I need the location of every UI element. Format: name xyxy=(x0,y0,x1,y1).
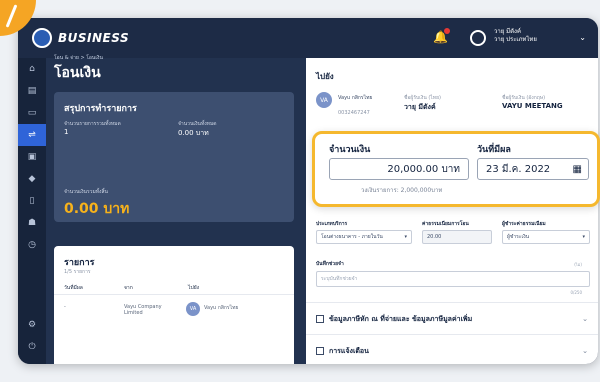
sidebar-transfer-icon[interactable]: ⇌ xyxy=(18,124,46,146)
recipient-bank: Vayu กสิกรไทย xyxy=(338,95,373,101)
service-value: โอนต่างธนาคาร - ภายในวัน xyxy=(321,234,383,240)
user-role: วายุ ประเภทไทย xyxy=(494,36,537,43)
note-counter: 0/250 xyxy=(570,290,582,295)
logo-mark-icon xyxy=(32,28,52,48)
count-value: 1 xyxy=(64,128,69,136)
payer-select[interactable]: ผู้ชำระเงิน ▾ xyxy=(502,230,590,244)
date-value: 23 มี.ค. 2022 xyxy=(486,163,551,175)
notification-bell-icon[interactable]: 🔔 xyxy=(433,28,450,44)
row-to-name: Vayu กสิกรไทย xyxy=(204,305,239,311)
amount-label: จำนวนเงิน xyxy=(329,145,371,155)
payer-label: ผู้ชำระค่าธรรมเนียม xyxy=(502,221,546,227)
note-placeholder: ระบุบันทึกช่วยจำ xyxy=(321,276,358,282)
service-select[interactable]: โอนต่างธนาคาร - ภายในวัน ▾ xyxy=(316,230,412,244)
limit-hint: วงเงินรายการ: 2,000,000บาท xyxy=(361,187,443,194)
note-optional: (ไม่) xyxy=(574,262,582,267)
amount-input[interactable]: 20,000.00 บาท xyxy=(329,158,469,180)
service-label: ประเภทบริการ xyxy=(316,221,348,227)
fee-field: 20.00 xyxy=(422,230,492,244)
user-menu[interactable]: วายุ มีตังค์ วายุ ประเภทไทย xyxy=(494,28,537,44)
sidebar-users-icon[interactable]: ☗ xyxy=(18,212,46,234)
column-from[interactable]: จาก xyxy=(124,284,133,292)
top-bar: BUSINESS 🔔 วายุ มีตังค์ วายุ ประเภทไทย ⌄ xyxy=(18,18,598,58)
sidebar-settings-icon[interactable]: ⚙ xyxy=(18,314,46,336)
count-label: จำนวนรายการรวมทั้งหมด xyxy=(64,121,121,127)
payer-value: ผู้ชำระเงิน xyxy=(507,234,530,240)
section-tax-title: ข้อมูลภาษีหัก ณ ที่จ่ายและ ข้อมูลภาษีมูล… xyxy=(329,314,473,323)
sidebar-payment-icon[interactable]: ▣ xyxy=(18,146,46,168)
calendar-icon[interactable]: ▦ xyxy=(573,164,582,175)
user-avatar-icon[interactable] xyxy=(470,30,486,46)
date-picker[interactable]: 23 มี.ค. 2022 ▦ xyxy=(477,158,589,180)
amount-date-callout: จำนวนเงิน 20,000.00 บาท วันที่มีผล 23 มี… xyxy=(312,131,600,207)
row-to-avatar: VA xyxy=(186,302,200,316)
sidebar-history-icon[interactable]: ◷ xyxy=(18,234,46,256)
sidebar-logout-icon[interactable]: ⏻ xyxy=(18,336,46,358)
fee-value: 20.00 xyxy=(427,234,442,240)
list-heading: รายการ xyxy=(64,258,95,268)
recipient-account: 0032467247 xyxy=(338,110,370,116)
sidebar-home-icon[interactable]: ⌂ xyxy=(18,58,46,80)
fee-label: ค่าธรรมเนียมการโอน xyxy=(422,221,469,227)
chevron-down-icon[interactable]: ⌄ xyxy=(579,33,586,42)
amount-label: จำนวนเงินทั้งหมด xyxy=(178,121,217,127)
amount-value: 0.00 บาท xyxy=(178,129,209,137)
recipient-avatar: VA xyxy=(316,92,332,108)
note-input[interactable]: ระบุบันทึกช่วยจำ xyxy=(316,271,590,287)
chevron-down-icon[interactable]: ⌄ xyxy=(582,347,588,355)
brand-name: BUSINESS xyxy=(58,31,130,45)
sidebar-document-icon[interactable]: ▯ xyxy=(18,190,46,212)
notification-badge xyxy=(444,28,450,34)
notify-checkbox[interactable] xyxy=(316,347,324,355)
transaction-list-card: รายการ 1/5 รายการ วันที่มีผล จาก ไปยัง -… xyxy=(54,246,294,364)
row-from: Vayu Company Limited xyxy=(124,304,162,316)
summary-card: สรุปการทำรายการ จำนวนรายการรวมทั้งหมด 1 … xyxy=(54,92,294,222)
brand-logo[interactable]: BUSINESS xyxy=(32,28,129,48)
amount-unit: บาท xyxy=(441,163,460,175)
name-th-value: วายุ มีตังค์ xyxy=(404,103,436,111)
sidebar-tag-icon[interactable]: ◆ xyxy=(18,168,46,190)
column-date[interactable]: วันที่มีผล xyxy=(64,284,83,292)
total-label: จำนวนเงินรวมทั้งสิ้น xyxy=(64,189,108,195)
list-divider xyxy=(54,294,294,295)
sidebar-accounts-icon[interactable]: ▤ xyxy=(18,80,46,102)
name-th-label: ชื่อผู้รับเงิน (ไทย) xyxy=(404,95,441,101)
total-value: 0.00 บาท xyxy=(64,201,130,217)
caret-down-icon: ▾ xyxy=(404,234,407,240)
section-notify[interactable]: การแจ้งเตือน ⌄ xyxy=(316,344,588,358)
section-divider xyxy=(306,302,598,303)
caret-down-icon: ▾ xyxy=(582,234,585,240)
name-en-value: VAYU MEETANG xyxy=(502,102,563,110)
list-count: 1/5 รายการ xyxy=(64,269,91,275)
chevron-down-icon[interactable]: ⌄ xyxy=(582,315,588,323)
breadcrumb[interactable]: โอน & จ่าย > โอนเงิน xyxy=(54,54,103,62)
summary-heading: สรุปการทำรายการ xyxy=(64,104,137,114)
slash-icon xyxy=(5,4,18,28)
column-to[interactable]: ไปยัง xyxy=(188,284,199,292)
sidebar-cards-icon[interactable]: ▭ xyxy=(18,102,46,124)
name-en-label: ชื่อผู้รับเงิน (อังกฤษ) xyxy=(502,95,546,101)
section-divider xyxy=(306,334,598,335)
section-notify-title: การแจ้งเตือน xyxy=(329,346,369,355)
to-title: ไปยัง xyxy=(316,72,334,81)
user-name: วายุ มีตังค์ xyxy=(494,28,521,35)
note-label: บันทึกช่วยจำ xyxy=(316,261,344,267)
amount-input-value: 20,000.00 xyxy=(387,163,439,175)
tax-checkbox[interactable] xyxy=(316,315,324,323)
sidebar: ⌂ ▤ ▭ ⇌ ▣ ◆ ▯ ☗ ◷ ⚙ ⏻ xyxy=(18,58,46,364)
page-title: โอนเงิน xyxy=(54,65,101,81)
row-date: - xyxy=(64,304,66,310)
transfer-detail-panel: ไปยัง VA Vayu กสิกรไทย 0032467247 ชื่อผู… xyxy=(306,58,598,364)
section-tax[interactable]: ข้อมูลภาษีหัก ณ ที่จ่ายและ ข้อมูลภาษีมูล… xyxy=(316,312,588,326)
date-label: วันที่มีผล xyxy=(477,145,511,155)
